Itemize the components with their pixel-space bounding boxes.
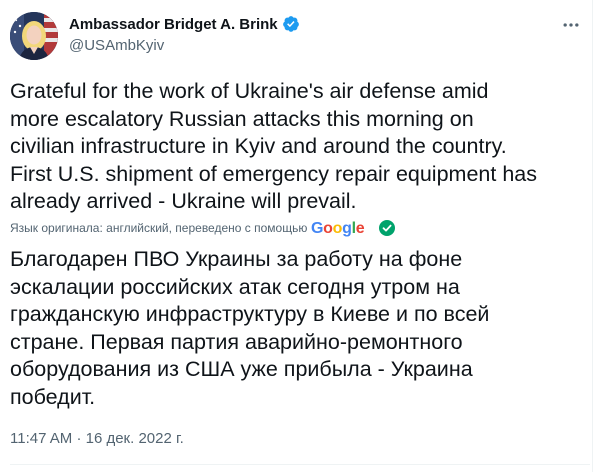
translation-note: Язык оригинала: английский, переведено с…: [10, 220, 308, 235]
translation-attribution: Язык оригинала: английский, переведено с…: [10, 218, 396, 237]
author-handle[interactable]: @USAmbKyiv: [69, 37, 164, 54]
tweet-text: Grateful for the work of Ukraine's air d…: [10, 79, 537, 213]
card-border: [592, 0, 593, 472]
display-name[interactable]: Ambassador Bridget A. Brink: [69, 16, 278, 33]
tweet-date[interactable]: 16 дек. 2022 г.: [86, 430, 184, 447]
divider: [10, 464, 590, 465]
check-circle-icon: [379, 219, 396, 236]
avatar[interactable]: [10, 12, 58, 60]
google-logo[interactable]: Google: [311, 218, 369, 237]
more-options-icon: [563, 23, 579, 27]
tweet-card: Ambassador Bridget A. Brink @USAmbKyiv G…: [0, 0, 599, 472]
avatar-image: [10, 12, 58, 60]
tweet-timestamp[interactable]: 11:47 AM · 16 дек. 2022 г.: [10, 430, 184, 447]
tweet-time[interactable]: 11:47 AM: [10, 430, 72, 447]
verified-badge-icon: [282, 15, 300, 33]
timestamp-separator: ·: [76, 430, 82, 447]
more-options-button[interactable]: [560, 14, 582, 36]
translated-tweet-text: Благодарен ПВО Украины за работу на фоне…: [10, 247, 490, 409]
svg-text:Google: Google: [311, 220, 365, 237]
author-name-row[interactable]: Ambassador Bridget A. Brink: [69, 15, 300, 33]
